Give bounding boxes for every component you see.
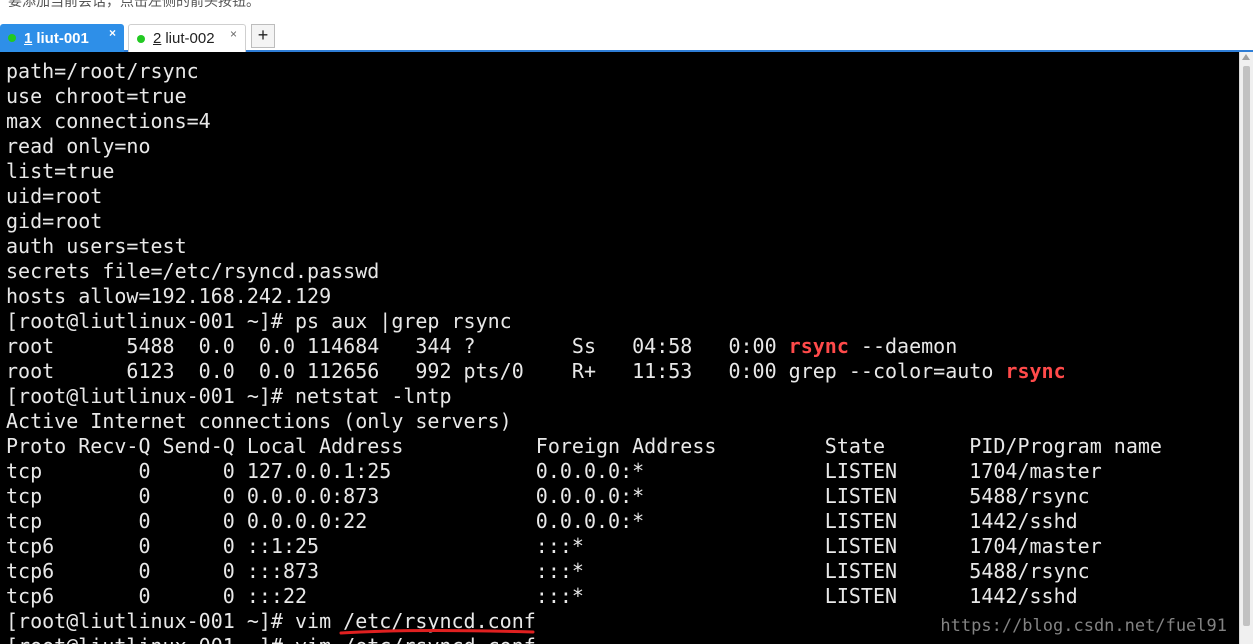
terminal-line: read only=no	[6, 134, 151, 158]
terminal-text: --daemon	[848, 334, 958, 358]
terminal-line: tcp 0 0 0.0.0.0:22 0.0.0.0:* LISTEN 1442…	[6, 509, 1078, 533]
scroll-up-arrow-icon[interactable]	[1242, 54, 1250, 60]
terminal-line: list=true	[6, 159, 115, 183]
terminal-line: root 5488 0.0 0.0 114684 344 ? Ss 04:58 …	[6, 334, 1162, 359]
terminal-line: gid=root	[6, 209, 103, 233]
vertical-scrollbar[interactable]	[1239, 52, 1253, 644]
new-tab-button[interactable]: +	[251, 24, 275, 48]
connected-status-icon	[137, 34, 145, 43]
terminal-line: auth users=test	[6, 234, 187, 258]
terminal-line: path=/root/rsync	[6, 59, 199, 83]
grep-match-highlight: rsync	[1005, 359, 1066, 383]
terminal-line: use chroot=true	[6, 84, 187, 108]
session-notice-text: 要添加当前会话，点击左侧的箭头按钮。	[8, 0, 260, 10]
watermark-text: https://blog.csdn.net/fuel91	[940, 616, 1227, 636]
terminal-lines: path=/root/rsync use chroot=true max conne…	[6, 59, 1162, 644]
tab-liut-001[interactable]: 1 liut-001 ×	[0, 24, 124, 52]
terminal-line: tcp6 0 0 :::873 :::* LISTEN 5488/rsync	[6, 559, 1090, 583]
grep-match-highlight: rsync	[788, 334, 849, 358]
terminal-text: root 6123 0.0 0.0 112656 992 pts/0 R+ 11…	[6, 359, 1006, 383]
close-tab-icon[interactable]: ×	[230, 27, 237, 41]
annotation-underline	[339, 629, 535, 635]
session-tab-bar: 1 liut-001 × 2 liut-002 × +	[0, 18, 1253, 52]
scrollbar-thumb[interactable]	[1243, 66, 1250, 626]
session-notice-bar: 要添加当前会话，点击左侧的箭头按钮。	[0, 0, 1253, 18]
terminal-output[interactable]: path=/root/rsync use chroot=true max conne…	[0, 52, 1239, 644]
tab-label: liut-002	[165, 30, 215, 47]
terminal-text: root 5488 0.0 0.0 114684 344 ? Ss 04:58 …	[6, 334, 789, 358]
terminal-line: Proto Recv-Q Send-Q Local Address Foreig…	[6, 434, 1162, 458]
connected-status-icon	[8, 34, 16, 42]
terminal-line: tcp6 0 0 :::22 :::* LISTEN 1442/sshd	[6, 584, 1078, 608]
tab-number: 1	[24, 29, 33, 47]
terminal-line: tcp 0 0 127.0.0.1:25 0.0.0.0:* LISTEN 17…	[6, 459, 1102, 483]
terminal-line: root 6123 0.0 0.0 112656 992 pts/0 R+ 11…	[6, 359, 1162, 384]
terminal-line: Active Internet connections (only server…	[6, 409, 512, 433]
tab-liut-002[interactable]: 2 liut-002 ×	[128, 24, 246, 52]
tab-number: 2	[153, 30, 162, 47]
terminal-line: max connections=4	[6, 109, 211, 133]
terminal-app-window: 要添加当前会话，点击左侧的箭头按钮。 1 liut-001 × 2 liut-0…	[0, 0, 1253, 644]
terminal-line: secrets file=/etc/rsyncd.passwd	[6, 259, 380, 283]
terminal-line: tcp 0 0 0.0.0.0:873 0.0.0.0:* LISTEN 548…	[6, 484, 1090, 508]
terminal-line: tcp6 0 0 ::1:25 :::* LISTEN 1704/master	[6, 534, 1102, 558]
terminal-line: hosts allow=192.168.242.129	[6, 284, 332, 308]
terminal-line: [root@liutlinux-001 ~]# ps aux |grep rsy…	[6, 309, 512, 333]
tab-label: liut-001	[36, 29, 89, 47]
close-tab-icon[interactable]: ×	[109, 26, 116, 40]
terminal-line: uid=root	[6, 184, 103, 208]
terminal-line: [root@liutlinux-001 ~]# netstat -lntp	[6, 384, 452, 408]
